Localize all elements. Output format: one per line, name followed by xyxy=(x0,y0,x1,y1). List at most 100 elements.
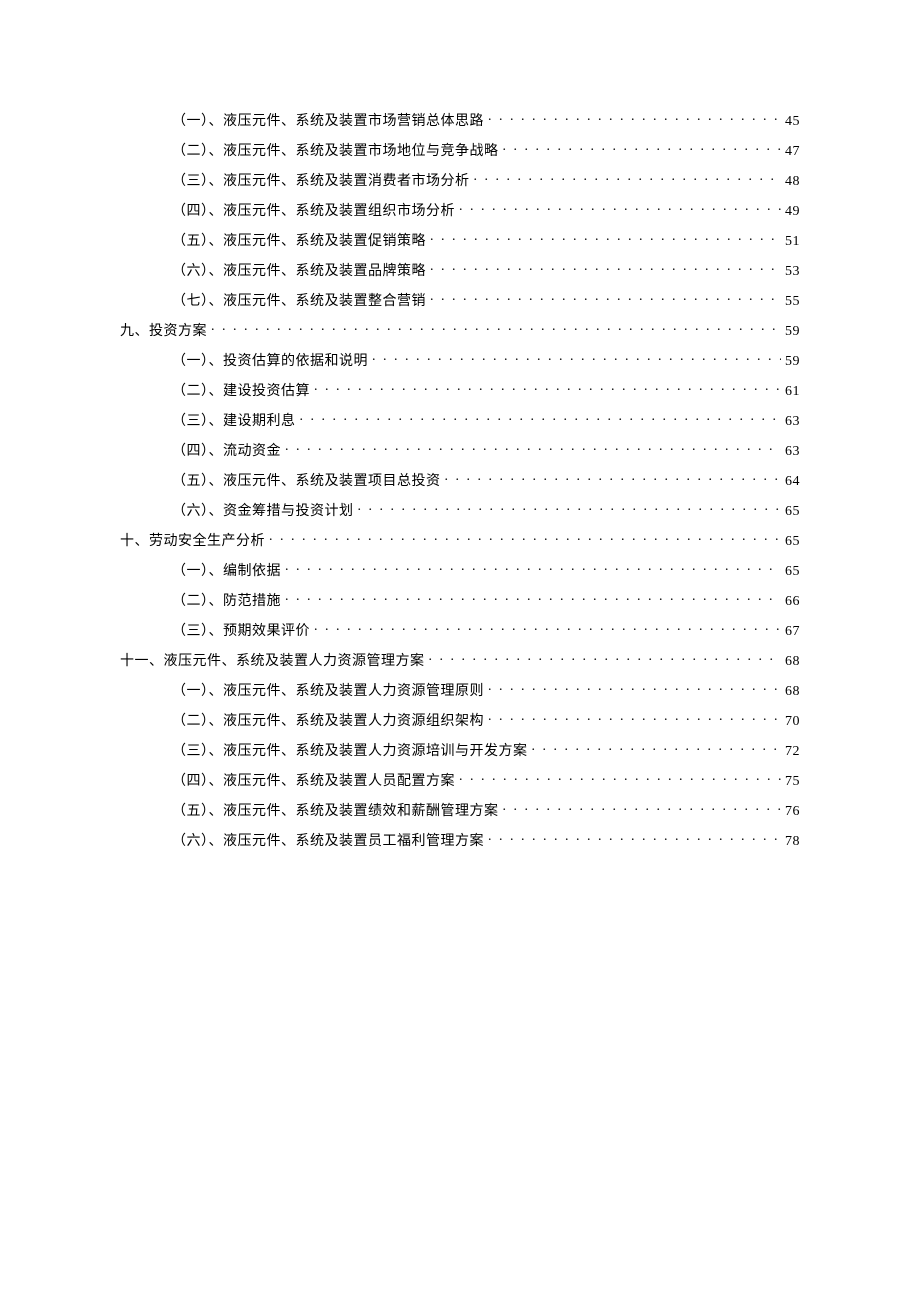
toc-entry-page: 59 xyxy=(785,324,800,340)
toc-entry-page: 65 xyxy=(785,534,800,550)
toc-entry-page: 75 xyxy=(785,774,800,790)
toc-leader-dots xyxy=(474,171,782,185)
table-of-contents: （一）、液压元件、系统及装置市场营销总体思路 45 （二）、液压元件、系统及装置市场… xyxy=(120,110,800,850)
toc-leader-dots xyxy=(429,651,782,665)
toc-entry-label: （二）、液压元件、系统及装置人力资源组织架构 xyxy=(172,710,484,730)
toc-entry-label: （二）、液压元件、系统及装置市场地位与竞争战略 xyxy=(172,140,499,160)
toc-entry-label: 十一、液压元件、系统及装置人力资源管理方案 xyxy=(120,650,425,670)
toc-entry: （三）、液压元件、系统及装置人力资源培训与开发方案 72 xyxy=(120,740,800,760)
toc-entry: （六）、液压元件、系统及装置品牌策略 53 xyxy=(120,260,800,280)
toc-entry-label: （二）、防范措施 xyxy=(172,590,281,610)
toc-entry-page: 61 xyxy=(785,384,800,400)
toc-entry-page: 55 xyxy=(785,294,800,310)
toc-entry-page: 51 xyxy=(785,234,800,250)
toc-entry-page: 48 xyxy=(785,174,800,190)
toc-entry-label: （六）、液压元件、系统及装置品牌策略 xyxy=(172,260,426,280)
toc-entry-page: 53 xyxy=(785,264,800,280)
toc-entry: （二）、建设投资估算 61 xyxy=(120,380,800,400)
toc-leader-dots xyxy=(358,501,782,515)
toc-entry: 九、投资方案 59 xyxy=(120,320,800,340)
toc-entry: （一）、投资估算的依据和说明 59 xyxy=(120,350,800,370)
toc-entry: （二）、液压元件、系统及装置人力资源组织架构 70 xyxy=(120,710,800,730)
toc-leader-dots xyxy=(459,201,781,215)
toc-entry-label: （四）、液压元件、系统及装置人员配置方案 xyxy=(172,770,455,790)
toc-leader-dots xyxy=(488,831,781,845)
toc-entry-label: 九、投资方案 xyxy=(120,320,207,340)
toc-entry-label: （六）、液压元件、系统及装置员工福利管理方案 xyxy=(172,830,484,850)
toc-entry: 十、劳动安全生产分析 65 xyxy=(120,530,800,550)
toc-entry-page: 49 xyxy=(785,204,800,220)
toc-entry-label: （三）、液压元件、系统及装置消费者市场分析 xyxy=(172,170,470,190)
toc-leader-dots xyxy=(314,381,781,395)
toc-entry: （二）、液压元件、系统及装置市场地位与竞争战略 47 xyxy=(120,140,800,160)
toc-leader-dots xyxy=(503,801,782,815)
toc-leader-dots xyxy=(445,471,782,485)
toc-entry: （一）、编制依据 65 xyxy=(120,560,800,580)
toc-leader-dots xyxy=(488,711,781,725)
toc-entry-label: （三）、建设期利息 xyxy=(172,410,296,430)
toc-entry-label: （三）、预期效果评价 xyxy=(172,620,310,640)
toc-entry: （五）、液压元件、系统及装置项目总投资 64 xyxy=(120,470,800,490)
toc-entry-label: （四）、流动资金 xyxy=(172,440,281,460)
toc-entry-label: （三）、液压元件、系统及装置人力资源培训与开发方案 xyxy=(172,740,528,760)
toc-leader-dots xyxy=(503,141,782,155)
toc-entry-label: （一）、投资估算的依据和说明 xyxy=(172,350,368,370)
toc-leader-dots xyxy=(372,351,781,365)
toc-entry: （五）、液压元件、系统及装置绩效和薪酬管理方案 76 xyxy=(120,800,800,820)
toc-entry-label: （四）、液压元件、系统及装置组织市场分析 xyxy=(172,200,455,220)
toc-entry: 十一、液压元件、系统及装置人力资源管理方案 68 xyxy=(120,650,800,670)
toc-entry: （三）、建设期利息 63 xyxy=(120,410,800,430)
toc-entry: （三）、液压元件、系统及装置消费者市场分析 48 xyxy=(120,170,800,190)
toc-entry: （一）、液压元件、系统及装置市场营销总体思路 45 xyxy=(120,110,800,130)
toc-leader-dots xyxy=(285,441,781,455)
toc-entry-label: （五）、液压元件、系统及装置绩效和薪酬管理方案 xyxy=(172,800,499,820)
toc-leader-dots xyxy=(269,531,781,545)
toc-leader-dots xyxy=(285,561,781,575)
toc-leader-dots xyxy=(300,411,782,425)
toc-entry-page: 78 xyxy=(785,834,800,850)
toc-entry-label: （一）、编制依据 xyxy=(172,560,281,580)
toc-leader-dots xyxy=(211,321,781,335)
toc-entry-label: （五）、液压元件、系统及装置项目总投资 xyxy=(172,470,441,490)
toc-entry-page: 64 xyxy=(785,474,800,490)
toc-entry-label: （二）、建设投资估算 xyxy=(172,380,310,400)
toc-entry-page: 76 xyxy=(785,804,800,820)
toc-entry: （七）、液压元件、系统及装置整合营销 55 xyxy=(120,290,800,310)
toc-leader-dots xyxy=(430,231,781,245)
toc-entry-label: （六）、资金筹措与投资计划 xyxy=(172,500,354,520)
toc-entry-label: （一）、液压元件、系统及装置市场营销总体思路 xyxy=(172,110,484,130)
toc-entry-page: 45 xyxy=(785,114,800,130)
toc-entry-label: （五）、液压元件、系统及装置促销策略 xyxy=(172,230,426,250)
toc-entry: （四）、液压元件、系统及装置组织市场分析 49 xyxy=(120,200,800,220)
toc-entry: （四）、流动资金 63 xyxy=(120,440,800,460)
toc-leader-dots xyxy=(430,261,781,275)
toc-leader-dots xyxy=(314,621,781,635)
toc-entry-page: 67 xyxy=(785,624,800,640)
toc-entry-label: 十、劳动安全生产分析 xyxy=(120,530,265,550)
toc-leader-dots xyxy=(430,291,781,305)
toc-entry: （四）、液压元件、系统及装置人员配置方案 75 xyxy=(120,770,800,790)
toc-entry-page: 59 xyxy=(785,354,800,370)
toc-entry-page: 47 xyxy=(785,144,800,160)
toc-leader-dots xyxy=(488,111,781,125)
toc-leader-dots xyxy=(285,591,781,605)
toc-leader-dots xyxy=(532,741,782,755)
toc-entry: （六）、液压元件、系统及装置员工福利管理方案 78 xyxy=(120,830,800,850)
toc-entry-page: 72 xyxy=(785,744,800,760)
toc-entry-label: （七）、液压元件、系统及装置整合营销 xyxy=(172,290,426,310)
toc-entry: （三）、预期效果评价 67 xyxy=(120,620,800,640)
toc-entry: （二）、防范措施 66 xyxy=(120,590,800,610)
toc-entry-page: 65 xyxy=(785,504,800,520)
toc-entry-page: 63 xyxy=(785,414,800,430)
toc-entry-page: 68 xyxy=(785,684,800,700)
toc-leader-dots xyxy=(459,771,781,785)
toc-entry-page: 63 xyxy=(785,444,800,460)
toc-entry-page: 66 xyxy=(785,594,800,610)
toc-entry-page: 65 xyxy=(785,564,800,580)
toc-entry-label: （一）、液压元件、系统及装置人力资源管理原则 xyxy=(172,680,484,700)
toc-entry: （五）、液压元件、系统及装置促销策略 51 xyxy=(120,230,800,250)
toc-leader-dots xyxy=(488,681,781,695)
toc-entry-page: 68 xyxy=(785,654,800,670)
toc-entry-page: 70 xyxy=(785,714,800,730)
toc-entry: （六）、资金筹措与投资计划 65 xyxy=(120,500,800,520)
